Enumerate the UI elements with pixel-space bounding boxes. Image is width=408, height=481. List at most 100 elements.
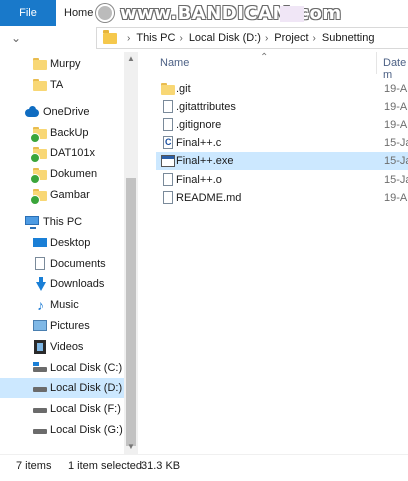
sidebar-item-label: Dokumen <box>50 168 98 180</box>
file-date: 15-Jan <box>384 137 408 149</box>
sidebar-item-ta[interactable]: TA <box>0 75 124 95</box>
tab-home[interactable]: Home <box>64 0 93 26</box>
sidebar-item-label: Murpy <box>50 58 81 70</box>
ribbon-highlight <box>280 6 304 22</box>
selection-count: 1 item selected <box>68 460 142 472</box>
sidebar-item-gambar[interactable]: Gambar <box>0 185 124 205</box>
videos-icon <box>32 339 48 355</box>
list-item-selected[interactable]: Final++.exe 15-Jan <box>156 152 408 170</box>
drive-icon <box>32 401 48 417</box>
sidebar-item-label: Gambar <box>50 189 90 201</box>
sidebar-item-label: Pictures <box>50 320 90 332</box>
sidebar-item-videos[interactable]: Videos <box>0 337 124 357</box>
breadcrumb-project[interactable]: Project <box>274 32 308 44</box>
sidebar-item-label: Videos <box>50 341 84 353</box>
scrollbar-thumb[interactable] <box>126 178 136 446</box>
file-list: ⌃ Name Date m .git 19-Ap .gitattributes … <box>140 52 408 454</box>
pictures-icon <box>32 318 48 334</box>
file-name: Final++.o <box>176 174 222 186</box>
folder-icon <box>103 29 117 44</box>
column-divider[interactable] <box>376 52 377 74</box>
file-name: Final++.c <box>176 137 222 149</box>
desktop-icon <box>32 235 48 251</box>
file-name: README.md <box>176 192 242 204</box>
sidebar-item-label: Documents <box>50 258 106 270</box>
file-name: Final++.exe <box>176 155 234 167</box>
sidebar-item-label: Local Disk (G:) <box>50 424 123 436</box>
onedrive-cloud-icon <box>24 104 40 120</box>
sidebar-item-onedrive[interactable]: OneDrive <box>0 102 124 122</box>
tab-file[interactable]: File <box>0 0 56 26</box>
folder-icon <box>32 77 48 93</box>
column-header: ⌃ Name Date m <box>140 52 408 81</box>
text-file-icon <box>160 117 176 133</box>
sidebar-item-label: Downloads <box>50 278 105 290</box>
file-name: .git <box>176 83 191 95</box>
breadcrumb-separator-icon[interactable]: › <box>313 33 316 44</box>
folder-synced-icon <box>30 166 48 184</box>
sidebar-item-label: DAT101x <box>50 147 96 159</box>
list-item[interactable]: .gitattributes 19-Ap <box>156 98 408 116</box>
scroll-up-icon[interactable]: ▲ <box>124 52 138 66</box>
folder-synced-icon <box>30 145 48 163</box>
sidebar-item-label: OneDrive <box>43 106 90 118</box>
sidebar-item-music[interactable]: ♪ Music <box>0 295 124 315</box>
watermark-text: www.BANDICAM.com <box>120 2 342 24</box>
column-name-header[interactable]: Name <box>160 57 189 69</box>
file-date: 19-Ap <box>384 192 408 204</box>
sidebar-item-label: This PC <box>43 216 83 228</box>
sidebar-item-documents[interactable]: Documents <box>0 254 124 274</box>
file-name: .gitattributes <box>176 101 236 113</box>
breadcrumb-this-pc[interactable]: This PC <box>136 32 175 44</box>
sidebar-item-label: Music <box>50 299 79 311</box>
bandicam-watermark: www.BANDICAM.com <box>96 0 342 26</box>
file-date: 15-Jan <box>384 174 408 186</box>
sidebar-item-dokumen[interactable]: Dokumen <box>0 164 124 184</box>
sidebar-item-downloads[interactable]: Downloads <box>0 274 124 294</box>
c-source-file-icon <box>160 135 176 151</box>
sidebar-item-desktop[interactable]: Desktop <box>0 233 124 253</box>
list-item[interactable]: .gitignore 19-Ap <box>156 116 408 134</box>
sort-ascending-icon: ⌃ <box>260 52 269 63</box>
sidebar-item-local-disk-d[interactable]: Local Disk (D:) <box>0 378 124 398</box>
drive-icon <box>32 422 48 438</box>
folder-synced-icon <box>30 187 48 205</box>
sidebar-item-label: TA <box>50 79 64 91</box>
scroll-down-icon[interactable]: ▼ <box>124 440 138 454</box>
list-item[interactable]: README.md 19-Ap <box>156 189 408 207</box>
address-bar[interactable]: › This PC › Local Disk (D:) › Project › … <box>96 27 408 49</box>
navigation-pane: Murpy TA OneDrive BackUp DAT101x Dokumen… <box>0 52 124 454</box>
sidebar-item-label: Local Disk (C:) <box>50 362 123 374</box>
file-date: 15-Jan <box>384 155 408 167</box>
list-item[interactable]: Final++.c 15-Jan <box>156 134 408 152</box>
sidebar-item-dat101x[interactable]: DAT101x <box>0 143 124 163</box>
music-icon: ♪ <box>37 297 44 313</box>
folder-icon <box>32 56 48 72</box>
sidebar-item-local-disk-g[interactable]: Local Disk (G:) <box>0 420 124 440</box>
sidebar-item-this-pc[interactable]: This PC <box>0 212 124 232</box>
file-date: 19-Ap <box>384 119 408 131</box>
sidebar-item-local-disk-c[interactable]: Local Disk (C:) <box>0 358 124 378</box>
sidebar-item-murpy[interactable]: Murpy <box>0 54 124 74</box>
folder-synced-icon <box>30 125 48 143</box>
breadcrumb-separator-icon[interactable]: › <box>127 33 130 44</box>
selection-size: 31.3 KB <box>141 460 181 472</box>
recent-locations-chevron-icon[interactable]: ⌄ <box>8 30 24 46</box>
breadcrumb-separator-icon[interactable]: › <box>179 33 182 44</box>
list-item[interactable]: .git 19-Ap <box>156 80 408 98</box>
navigation-scrollbar[interactable]: ▲ ▼ <box>124 52 138 454</box>
sidebar-item-local-disk-f[interactable]: Local Disk (F:) <box>0 399 124 419</box>
sidebar-item-label: Desktop <box>50 237 91 249</box>
list-item[interactable]: Final++.o 15-Jan <box>156 171 408 189</box>
file-date: 19-Ap <box>384 101 408 113</box>
column-date-header[interactable]: Date m <box>383 57 408 81</box>
status-bar: 7 items 1 item selected 31.3 KB <box>0 454 408 481</box>
text-file-icon <box>160 190 176 206</box>
breadcrumb-separator-icon[interactable]: › <box>265 33 268 44</box>
sidebar-item-pictures[interactable]: Pictures <box>0 316 124 336</box>
breadcrumb-local-disk-d[interactable]: Local Disk (D:) <box>189 32 261 44</box>
sidebar-item-label: Local Disk (F:) <box>50 403 121 415</box>
breadcrumb-subnetting[interactable]: Subnetting <box>322 32 375 44</box>
sidebar-item-backup[interactable]: BackUp <box>0 123 124 143</box>
ribbon-bar: File Home www.BANDICAM.com <box>0 0 408 27</box>
